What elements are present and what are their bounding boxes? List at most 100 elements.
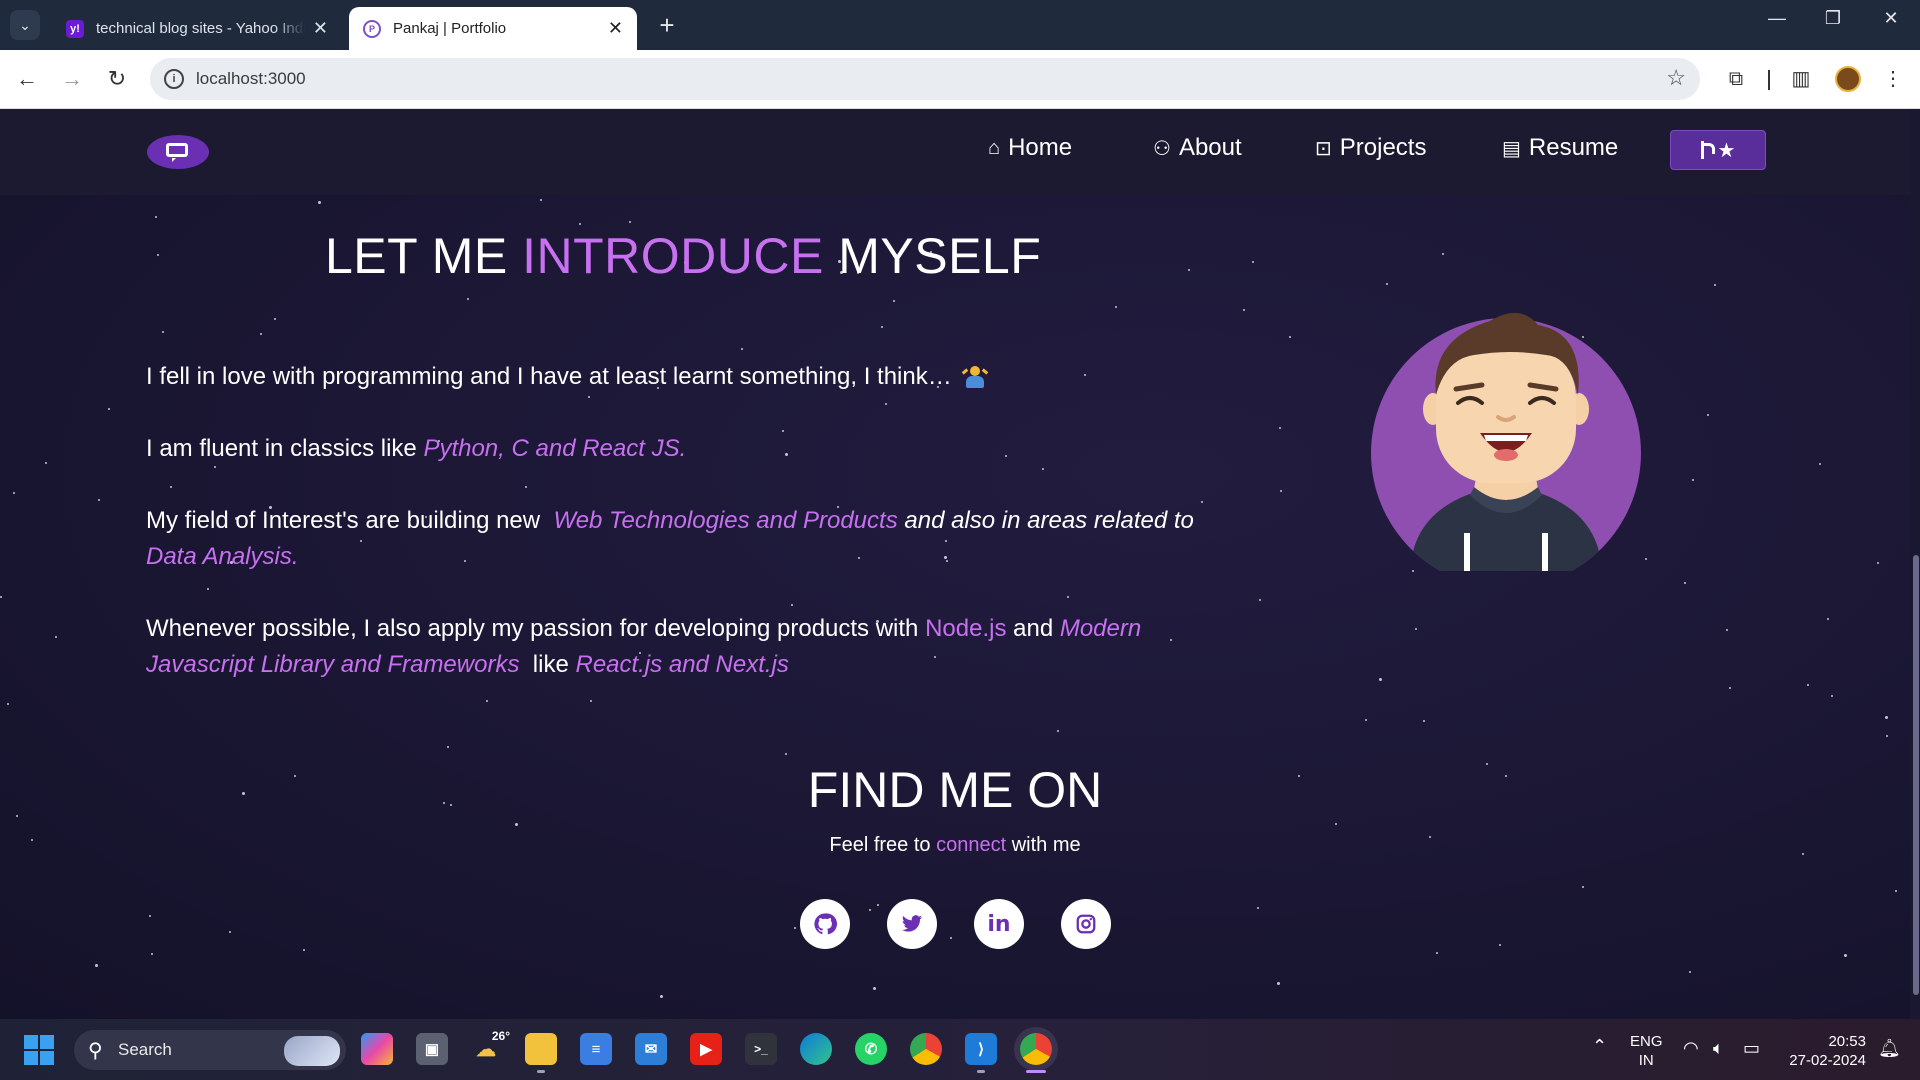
weather-widget[interactable]: ☁ 26° <box>470 1029 510 1065</box>
nav-resume[interactable]: ▤ Resume <box>1502 131 1618 165</box>
reload-button[interactable]: ↻ <box>102 64 132 94</box>
vscode-icon[interactable]: ⟩ <box>965 1033 997 1065</box>
star-dot <box>1252 261 1254 263</box>
mail-icon[interactable]: ✉ <box>635 1033 667 1065</box>
linkedin-link[interactable]: in <box>974 899 1024 949</box>
whatsapp-icon[interactable]: ✆ <box>855 1033 887 1065</box>
chrome-profile-icon[interactable] <box>1020 1033 1052 1065</box>
star-dot <box>260 333 262 335</box>
star-dot <box>515 823 518 826</box>
new-tab-button[interactable]: + <box>652 10 682 40</box>
star-dot <box>1714 284 1716 286</box>
intro-p4-text: Whenever possible, I also apply my passi… <box>146 615 919 642</box>
bookmark-star-icon[interactable]: ☆ <box>1666 65 1686 91</box>
clock[interactable]: 20:53 27-02-2024 <box>1786 1032 1866 1070</box>
language-line-1: ENG <box>1630 1033 1663 1050</box>
profile-avatar[interactable] <box>1835 66 1861 92</box>
instagram-icon <box>1076 914 1096 934</box>
forward-button[interactable]: → <box>57 64 87 94</box>
task-view-icon[interactable]: ▣ <box>416 1033 448 1065</box>
address-bar[interactable]: i localhost:3000 ☆ <box>150 58 1700 100</box>
file-explorer-icon[interactable] <box>525 1033 557 1065</box>
clock-date: 27-02-2024 <box>1789 1052 1866 1069</box>
intro-paragraph-2: I am fluent in classics like Python, C a… <box>146 431 1216 467</box>
github-fork-star-button[interactable]: ★ <box>1670 130 1766 170</box>
star-dot <box>1423 720 1425 722</box>
nav-about[interactable]: ⚇ About <box>1153 131 1242 165</box>
volume-icon[interactable]: 🔈︎ <box>1713 1038 1724 1059</box>
tab-yahoo-search[interactable]: y! technical blog sites - Yahoo India Se… <box>52 7 342 50</box>
battery-icon[interactable]: ▭ <box>1743 1038 1760 1059</box>
intro-p3-text: My field of Interest's are building new <box>146 507 541 534</box>
site-logo[interactable] <box>147 135 209 169</box>
star-dot <box>1057 730 1059 732</box>
star-icon: ★ <box>1717 139 1736 162</box>
weather-temp: 26° <box>491 1029 510 1043</box>
wifi-icon[interactable]: ◠ <box>1683 1038 1699 1059</box>
youtube-icon[interactable]: ▶ <box>690 1033 722 1065</box>
terminal-icon[interactable]: >_ <box>745 1033 777 1065</box>
github-link[interactable] <box>800 899 850 949</box>
back-button[interactable]: ← <box>12 64 42 94</box>
show-hidden-icons-chevron-icon[interactable]: ⌃ <box>1592 1036 1607 1057</box>
copilot-icon[interactable] <box>361 1033 393 1065</box>
chrome-icon[interactable] <box>910 1033 942 1065</box>
star-dot <box>877 904 879 906</box>
tab-portfolio[interactable]: P Pankaj | Portfolio ✕ <box>349 7 637 50</box>
star-dot <box>55 636 57 638</box>
star-dot <box>1289 336 1291 338</box>
star-dot <box>303 949 305 951</box>
site-info-icon[interactable]: i <box>164 69 184 89</box>
star-dot <box>881 326 883 328</box>
tab-close-icon[interactable]: ✕ <box>608 18 623 39</box>
star-dot <box>1415 628 1417 630</box>
star-dot <box>155 216 157 218</box>
star-dot <box>1827 618 1829 620</box>
star-dot <box>885 403 887 405</box>
star-dot <box>149 915 151 917</box>
shrug-emoji-icon <box>961 364 988 388</box>
notepad-icon[interactable]: ≡ <box>580 1033 612 1065</box>
url-text[interactable]: localhost:3000 <box>196 69 306 89</box>
star-dot <box>1259 599 1261 601</box>
nav-about-label: About <box>1178 134 1242 161</box>
nav-projects[interactable]: ⊡ Projects <box>1315 131 1426 165</box>
star-dot <box>1436 952 1438 954</box>
star-dot <box>486 700 488 702</box>
tab-close-icon[interactable]: ✕ <box>313 18 328 39</box>
twitter-link[interactable] <box>887 899 937 949</box>
taskbar-search[interactable]: ⚲ Search <box>74 1030 346 1070</box>
minimize-button[interactable]: — <box>1757 8 1797 29</box>
languages-highlight: Python, C and React JS. <box>423 435 687 462</box>
browser-menu-icon[interactable]: ⋮ <box>1878 64 1908 94</box>
star-dot <box>1243 309 1245 311</box>
connect-highlight: connect <box>936 834 1007 856</box>
tab-search-menu-button[interactable]: ⌄ <box>10 10 40 40</box>
star-dot <box>45 462 47 464</box>
star-dot <box>525 486 527 488</box>
intro-heading-highlight: INTRODUCE <box>522 228 824 284</box>
notification-bell-icon[interactable]: 🔔︎ <box>1878 1038 1901 1059</box>
windows-start-icon[interactable] <box>24 1035 54 1065</box>
star-dot <box>1115 306 1117 308</box>
find-sub-pre: Feel free to <box>829 834 931 856</box>
star-dot <box>873 987 876 990</box>
star-dot <box>1379 678 1382 681</box>
page-scrollbar-thumb[interactable] <box>1913 555 1919 995</box>
intro-paragraph-4: Whenever possible, I also apply my passi… <box>146 611 1216 683</box>
toolbar-divider <box>1768 70 1770 90</box>
star-dot <box>1684 582 1686 584</box>
nav-home[interactable]: ⌂ Home <box>988 131 1072 165</box>
intro-heading: LET ME INTRODUCE MYSELF <box>325 227 1041 285</box>
language-indicator[interactable]: ENG IN <box>1630 1032 1663 1070</box>
star-dot <box>108 408 110 410</box>
edge-icon[interactable] <box>800 1033 832 1065</box>
side-panel-icon[interactable]: ▥ <box>1786 64 1816 94</box>
extensions-icon[interactable]: ⧉ <box>1721 64 1751 94</box>
close-window-button[interactable]: ✕ <box>1871 8 1911 29</box>
restore-button[interactable]: ❐ <box>1813 8 1853 29</box>
star-dot <box>1807 684 1809 686</box>
instagram-link[interactable] <box>1061 899 1111 949</box>
search-icon: ⚲ <box>88 1040 103 1062</box>
star-dot <box>869 909 871 911</box>
